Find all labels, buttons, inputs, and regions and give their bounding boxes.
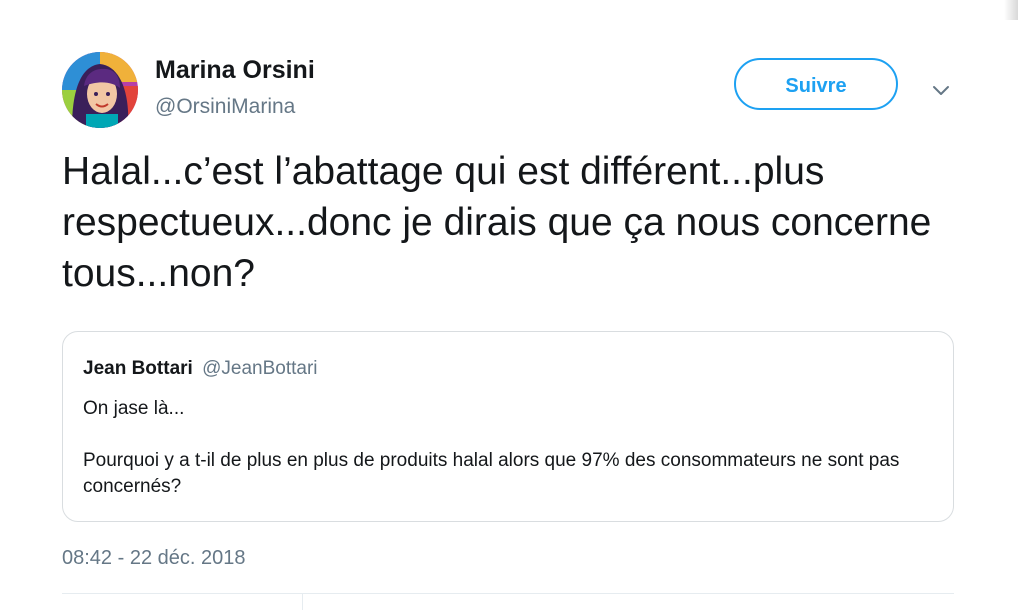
quoted-author-handle: @JeanBottari bbox=[202, 358, 318, 379]
author-name[interactable]: Marina Orsini bbox=[155, 56, 315, 85]
stats-divider bbox=[302, 594, 303, 610]
window-edge-shadow bbox=[1004, 0, 1018, 20]
tweet-timestamp[interactable]: 08:42 - 22 déc. 2018 bbox=[62, 547, 245, 570]
follow-button[interactable]: Suivre bbox=[734, 58, 898, 110]
quoted-author-name: Jean Bottari bbox=[83, 358, 193, 379]
quoted-tweet-line: On jase là... bbox=[83, 398, 185, 419]
quoted-tweet-line: Pourquoi y a t-il de plus en plus de pro… bbox=[83, 450, 900, 497]
quoted-tweet-header: Jean Bottari @JeanBottari bbox=[83, 358, 318, 380]
quoted-tweet-text: On jase là... Pourquoi y a t-il de plus … bbox=[83, 396, 943, 500]
quoted-tweet-spacer bbox=[83, 422, 943, 448]
tweet-page: Marina Orsini @OrsiniMarina Suivre Halal… bbox=[0, 0, 1018, 610]
avatar-portrait-image bbox=[62, 52, 138, 128]
chevron-down-icon[interactable] bbox=[930, 79, 952, 101]
tweet-text: Halal...c’est l’abattage qui est différe… bbox=[62, 150, 932, 295]
avatar[interactable] bbox=[62, 52, 138, 128]
quoted-tweet-card[interactable]: Jean Bottari @JeanBottari On jase là... … bbox=[62, 331, 954, 522]
divider bbox=[62, 593, 954, 594]
author-handle[interactable]: @OrsiniMarina bbox=[155, 95, 295, 119]
